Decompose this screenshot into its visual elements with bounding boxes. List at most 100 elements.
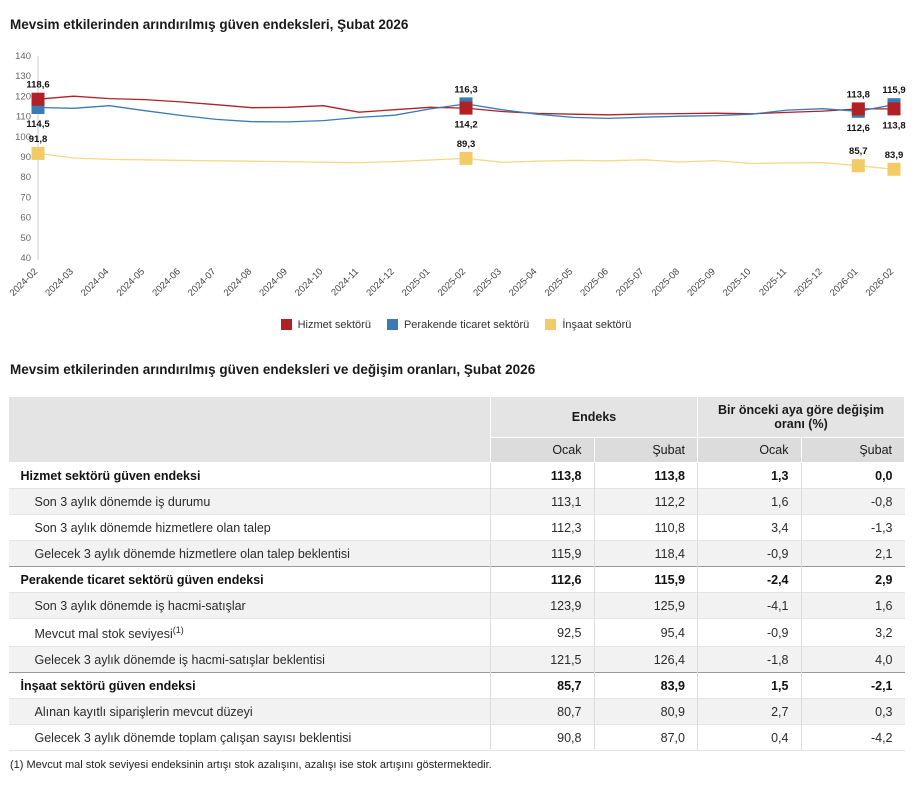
value-cell: 1,3 [698,463,802,489]
table-title: Mevsim etkilerinden arındırılmış güven e… [10,361,904,379]
value-cell: 115,9 [594,567,698,593]
chart-title: Mevsim etkilerinden arındırılmış güven e… [10,16,904,34]
legend-item-perakende: Perakende ticaret sektörü [387,319,529,331]
value-cell: 92,5 [491,619,595,647]
value-cell: -0,9 [698,541,802,567]
svg-text:114,5: 114,5 [26,119,50,130]
value-cell: 80,7 [491,699,595,725]
table-row: Son 3 aylık dönemde iş hacmi-satışlar 12… [9,593,905,619]
value-cell: 2,9 [801,567,905,593]
value-cell: -0,8 [801,489,905,515]
col-group-degisim: Bir önceki aya göre değişim oranı (%) [698,397,905,438]
svg-text:2025-04: 2025-04 [507,266,539,298]
svg-text:2025-02: 2025-02 [436,266,468,298]
row-label: İnşaat sektörü güven endeksi [9,673,491,699]
value-cell: 85,7 [491,673,595,699]
table-row: Hizmet sektörü güven endeksi 113,8 113,8… [9,463,905,489]
table-row: Alınan kayıtlı siparişlerin mevcut düzey… [9,699,905,725]
svg-text:2025-08: 2025-08 [650,266,682,298]
svg-text:2025-12: 2025-12 [792,266,824,298]
legend-item-insaat: İnşaat sektörü [545,319,631,331]
value-cell: 113,1 [491,489,595,515]
value-cell: -1,8 [698,647,802,673]
value-cell: 112,2 [594,489,698,515]
value-cell: 2,1 [801,541,905,567]
value-cell: 1,5 [698,673,802,699]
value-cell: 110,8 [594,515,698,541]
svg-text:2025-01: 2025-01 [400,266,432,298]
legend-label: Perakende ticaret sektörü [404,319,529,331]
insaat-swatch-icon [545,319,556,330]
table-row: Gelecek 3 aylık dönemde hizmetlere olan … [9,541,905,567]
svg-text:115,9: 115,9 [882,85,905,96]
subheader-subat: Şubat [594,438,698,463]
svg-text:2024-04: 2024-04 [79,266,111,298]
svg-text:2026-01: 2026-01 [828,266,860,298]
confidence-chart: 4050607080901001101201301402024-022024-0… [8,48,912,310]
table-footnote: (1) Mevcut mal stok seviyesi endeksinin … [10,759,904,771]
table-row: Gelecek 3 aylık dönemde toplam çalışan s… [9,725,905,751]
svg-text:2025-11: 2025-11 [757,266,789,298]
svg-text:2025-06: 2025-06 [578,266,610,298]
indices-table: Endeks Bir önceki aya göre değişim oranı… [8,396,905,751]
svg-text:2025-05: 2025-05 [543,266,575,298]
value-cell: 0,4 [698,725,802,751]
table-row: Perakende ticaret sektörü güven endeksi … [9,567,905,593]
svg-text:83,9: 83,9 [885,149,904,160]
svg-text:80: 80 [20,172,31,183]
svg-text:120: 120 [15,91,31,102]
value-cell: 126,4 [594,647,698,673]
value-cell: 87,0 [594,725,698,751]
value-cell: -2,4 [698,567,802,593]
svg-text:113,8: 113,8 [847,89,870,100]
table-row: İnşaat sektörü güven endeksi 85,7 83,9 1… [9,673,905,699]
svg-text:116,3: 116,3 [454,84,477,95]
svg-text:2025-03: 2025-03 [471,266,503,298]
svg-text:2024-02: 2024-02 [8,266,40,298]
value-cell: -0,9 [698,619,802,647]
value-cell: 0,0 [801,463,905,489]
svg-text:113,8: 113,8 [882,120,905,131]
svg-text:50: 50 [20,232,31,243]
svg-text:2024-06: 2024-06 [150,266,182,298]
row-label: Gelecek 3 aylık dönemde toplam çalışan s… [9,725,491,751]
value-cell: 112,6 [491,567,595,593]
svg-text:85,7: 85,7 [849,146,868,157]
svg-text:2026-02: 2026-02 [864,266,896,298]
value-cell: 113,8 [491,463,595,489]
chart-legend: Hizmet sektörü Perakende ticaret sektörü… [8,319,904,331]
svg-text:2025-07: 2025-07 [614,266,646,298]
row-label: Son 3 aylık dönemde hizmetlere olan tale… [9,515,491,541]
value-cell: 80,9 [594,699,698,725]
row-label: Alınan kayıtlı siparişlerin mevcut düzey… [9,699,491,725]
svg-text:89,3: 89,3 [457,138,476,149]
value-cell: 1,6 [801,593,905,619]
svg-text:2024-11: 2024-11 [329,266,361,298]
legend-label: Hizmet sektörü [298,319,371,331]
svg-text:140: 140 [15,51,31,62]
svg-text:118,6: 118,6 [26,79,49,90]
value-cell: 3,2 [801,619,905,647]
subheader-subat: Şubat [801,438,905,463]
subheader-ocak: Ocak [491,438,595,463]
svg-text:2024-07: 2024-07 [186,266,218,298]
svg-text:2025-09: 2025-09 [685,266,717,298]
chart-area: 4050607080901001101201301402024-022024-0… [8,48,904,331]
value-cell: -2,1 [801,673,905,699]
svg-text:90: 90 [20,152,31,163]
row-label: Gelecek 3 aylık dönemde hizmetlere olan … [9,541,491,567]
value-cell: 1,6 [698,489,802,515]
value-cell: 4,0 [801,647,905,673]
row-label: Son 3 aylık dönemde iş durumu [9,489,491,515]
svg-text:2024-05: 2024-05 [115,266,147,298]
svg-text:40: 40 [20,253,31,264]
value-cell: -1,3 [801,515,905,541]
footnote-marker: (1) [173,625,184,635]
report-page: Mevsim etkilerinden arındırılmış güven e… [0,0,912,781]
table-row: Son 3 aylık dönemde iş durumu 113,1 112,… [9,489,905,515]
row-label: Gelecek 3 aylık dönemde iş hacmi-satışla… [9,647,491,673]
value-cell: -4,2 [801,725,905,751]
value-cell: 95,4 [594,619,698,647]
row-label: Son 3 aylık dönemde iş hacmi-satışlar [9,593,491,619]
value-cell: 113,8 [594,463,698,489]
